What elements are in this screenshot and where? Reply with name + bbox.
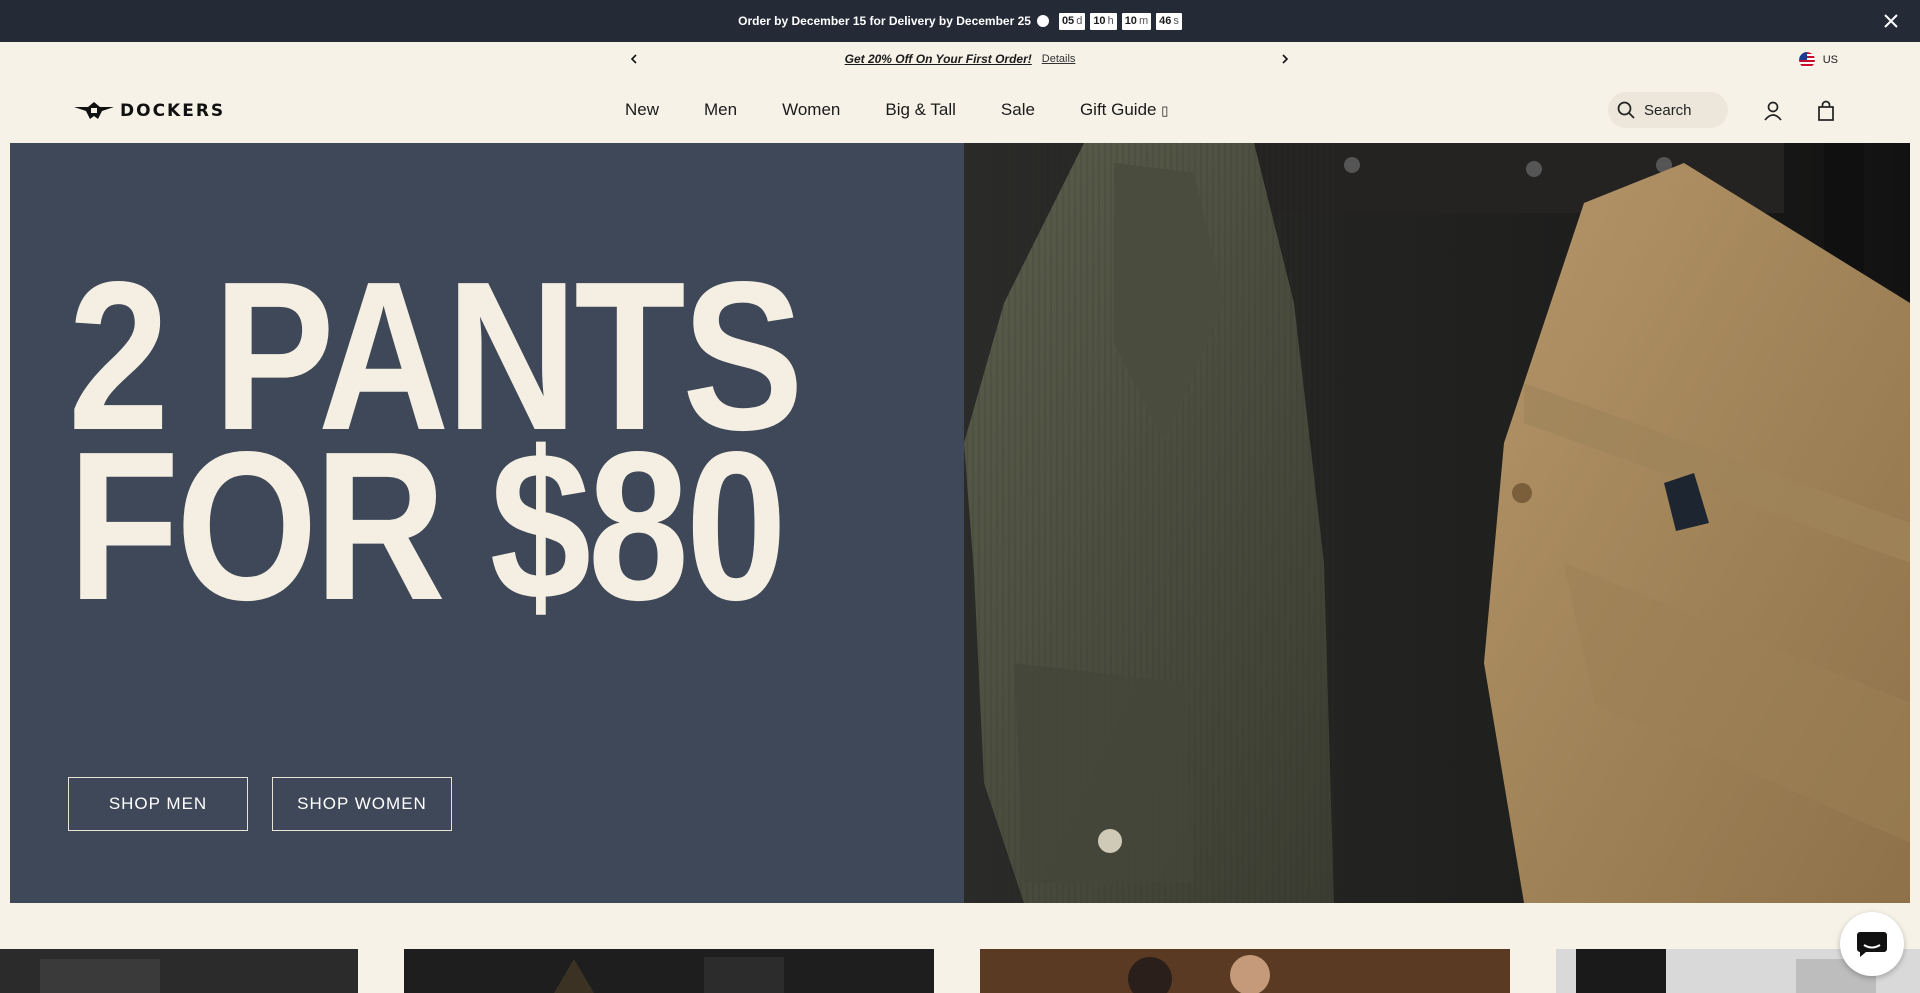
promo-link[interactable]: Get 20% Off On Your First Order! bbox=[845, 52, 1032, 66]
promo-details-link[interactable]: Details bbox=[1042, 53, 1076, 65]
hero-product-image bbox=[964, 143, 1910, 903]
chat-button[interactable] bbox=[1840, 912, 1904, 976]
shopping-bag-icon[interactable] bbox=[1815, 100, 1837, 122]
countdown-days: 05 d bbox=[1058, 12, 1086, 30]
locale-label: US bbox=[1822, 54, 1838, 66]
search-placeholder: Search bbox=[1644, 101, 1692, 119]
brand-logo[interactable]: DOCKERS bbox=[74, 99, 225, 123]
nav-item-sale[interactable]: Sale bbox=[1001, 100, 1035, 120]
category-tile-2[interactable] bbox=[404, 949, 934, 993]
close-icon[interactable] bbox=[1880, 10, 1902, 32]
account-icon[interactable] bbox=[1762, 100, 1784, 122]
locale-selector[interactable]: US bbox=[1798, 52, 1838, 68]
nav-item-women[interactable]: Women bbox=[782, 100, 840, 120]
wing-logo-icon bbox=[74, 102, 114, 119]
nav-item-big-tall[interactable]: Big & Tall bbox=[885, 100, 956, 120]
us-flag-icon bbox=[1798, 52, 1815, 68]
countdown-timer: 05 d 10 h 10 m 46 s bbox=[1058, 12, 1182, 30]
hero-banner[interactable]: 2 PANTS FOR $80 SHOP MEN SHOP WOMEN bbox=[10, 143, 1910, 903]
gift-guide-label: Gift Guide bbox=[1079, 99, 1157, 119]
promo-bar: Get 20% Off On Your First Order! Details… bbox=[0, 42, 1920, 76]
search-input[interactable]: Search bbox=[1608, 92, 1728, 128]
nav-item-men[interactable]: Men bbox=[704, 100, 737, 120]
primary-nav: New Men Women Big & Tall Sale Gift Guide… bbox=[625, 76, 1168, 143]
category-tile-1[interactable] bbox=[0, 949, 358, 993]
countdown-hours: 10 h bbox=[1090, 12, 1117, 30]
category-tile-3[interactable] bbox=[980, 949, 1510, 993]
nav-item-new[interactable]: New bbox=[625, 100, 659, 120]
chevron-right-icon[interactable] bbox=[1277, 52, 1291, 66]
shop-men-button[interactable]: SHOP MEN bbox=[68, 777, 248, 831]
gift-glyph: ▯ bbox=[1161, 102, 1169, 118]
brand-wordmark: DOCKERS bbox=[120, 101, 226, 121]
hero-headline-line-2: FOR $80 bbox=[68, 407, 787, 644]
countdown-minutes: 10 m bbox=[1121, 12, 1152, 30]
info-icon[interactable] bbox=[1036, 15, 1049, 27]
chat-bubble-icon bbox=[1857, 932, 1887, 957]
search-icon bbox=[1617, 101, 1635, 119]
main-header: DOCKERS New Men Women Big & Tall Sale Gi… bbox=[0, 76, 1920, 143]
hero-headline: 2 PANTS FOR $80 bbox=[68, 250, 804, 644]
countdown-banner: Order by December 15 for Delivery by Dec… bbox=[0, 0, 1920, 42]
nav-item-gift-guide[interactable]: Gift Guide ▯ bbox=[1080, 100, 1168, 120]
chevron-left-icon[interactable] bbox=[628, 52, 642, 66]
countdown-seconds: 46 s bbox=[1156, 12, 1182, 30]
shop-women-button[interactable]: SHOP WOMEN bbox=[272, 777, 452, 831]
delivery-message: Order by December 15 for Delivery by Dec… bbox=[738, 14, 1031, 28]
hero-text-panel: 2 PANTS FOR $80 SHOP MEN SHOP WOMEN bbox=[10, 143, 964, 903]
